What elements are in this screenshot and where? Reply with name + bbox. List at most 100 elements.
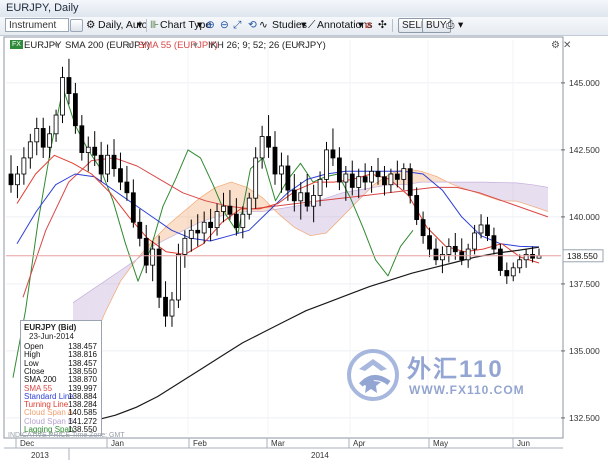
candle-body bbox=[182, 237, 188, 255]
candle-body bbox=[478, 224, 484, 234]
y-axis-label: 142.500 bbox=[569, 145, 600, 155]
month-label: Apr bbox=[353, 439, 366, 448]
window-title: EURJPY, Daily bbox=[6, 2, 79, 14]
eraser-icon[interactable]: ⌀ bbox=[365, 18, 371, 33]
month-label: Jan bbox=[111, 439, 124, 448]
candle-body bbox=[382, 176, 387, 186]
legend-sma55-chevron-down-icon[interactable]: ▾ bbox=[193, 40, 198, 51]
window-titlebar: EURJPY, Daily bbox=[0, 0, 608, 18]
candle-body bbox=[407, 168, 413, 196]
candle-body bbox=[105, 154, 110, 175]
panel-settings-icon[interactable]: ⚙ bbox=[551, 40, 560, 51]
settings-icon[interactable]: ⚙ bbox=[86, 18, 95, 33]
y-axis-label: 132.500 bbox=[569, 413, 600, 423]
candle-body bbox=[369, 170, 374, 183]
chart-type-chevron-down-icon[interactable]: ▾ bbox=[197, 18, 202, 33]
annotations-chevron-down-icon[interactable]: ▾ bbox=[358, 18, 363, 33]
candle-body bbox=[208, 221, 214, 229]
fx-badge: FX bbox=[10, 40, 23, 49]
candle-body bbox=[240, 213, 246, 229]
candle-body bbox=[311, 195, 317, 207]
candle-body bbox=[233, 213, 239, 229]
candle-body bbox=[414, 195, 420, 220]
candle-body bbox=[15, 173, 20, 186]
candle-body bbox=[47, 133, 53, 148]
candle-body bbox=[60, 77, 65, 116]
y-axis-label: 140.000 bbox=[569, 212, 600, 222]
legend-symbol-chevron-down-icon[interactable]: ▾ bbox=[54, 40, 59, 51]
refresh-icon[interactable]: ⟲ bbox=[248, 18, 257, 33]
candle-body bbox=[137, 221, 143, 239]
candle-body bbox=[298, 192, 304, 202]
candle-body bbox=[517, 259, 523, 269]
print-chevron-down-icon[interactable]: ▾ bbox=[458, 18, 463, 33]
candle-body bbox=[510, 267, 516, 277]
candle-body bbox=[362, 176, 368, 183]
month-label: Mar bbox=[271, 439, 285, 448]
candle-body bbox=[285, 165, 291, 191]
candle-body bbox=[349, 173, 355, 188]
candle-body bbox=[98, 154, 104, 175]
period-chevron-down-icon[interactable]: ▾ bbox=[137, 18, 142, 33]
candle-body bbox=[356, 176, 362, 188]
candle-body bbox=[291, 189, 297, 202]
candle-body bbox=[446, 245, 452, 255]
annotations-icon[interactable]: ⟋ bbox=[308, 18, 315, 33]
y-axis-label: 145.000 bbox=[569, 78, 600, 88]
legend-ikh-chevron-down-icon[interactable]: ▾ bbox=[297, 40, 302, 51]
candle-body bbox=[530, 254, 535, 259]
chart-type-dropdown[interactable]: Chart Type bbox=[160, 18, 211, 33]
candle-body bbox=[504, 270, 510, 277]
month-label: May bbox=[433, 439, 448, 448]
candle-body bbox=[259, 136, 265, 159]
candle-body bbox=[111, 154, 117, 170]
data-window: EURJPY (Bid) 23-Jun-2014 Open 138.457 High… bbox=[20, 320, 102, 436]
candle-body bbox=[266, 136, 271, 148]
print-icon[interactable]: ⎙ bbox=[446, 18, 454, 33]
candle-body bbox=[388, 173, 394, 186]
instrument-search-button[interactable] bbox=[70, 19, 83, 32]
candle-body bbox=[491, 235, 497, 250]
candle-body bbox=[330, 149, 336, 159]
candle-body bbox=[150, 248, 156, 266]
y-axis-label: 135.000 bbox=[569, 346, 600, 356]
legend-ikh[interactable]: IKH 26; 9; 52; 26 (EURJPY) bbox=[208, 40, 326, 51]
panel-close-icon[interactable]: ✕ bbox=[563, 40, 571, 51]
candle-body bbox=[324, 149, 329, 180]
candle-body bbox=[279, 165, 284, 175]
data-window-title: EURJPY (Bid) bbox=[24, 323, 77, 332]
chart-type-icon[interactable]: ⊪ bbox=[150, 18, 159, 33]
legend-sma55[interactable]: SMA 55 (EURJPY) bbox=[138, 40, 218, 51]
candle-body bbox=[40, 128, 46, 148]
candle-body bbox=[472, 232, 478, 250]
indicative-price-label: INDICATIVE PRICE bbox=[8, 432, 71, 439]
candle-body bbox=[227, 205, 233, 215]
crosshair-icon[interactable]: ✣ bbox=[378, 18, 387, 33]
candle-body bbox=[8, 173, 14, 186]
watermark-cn: 外汇110 bbox=[407, 356, 504, 383]
candle-body bbox=[452, 245, 458, 253]
studies-chevron-down-icon[interactable]: ▾ bbox=[301, 18, 306, 33]
toolbar: Instrument ⚙ Daily, Auto ▾ ⊪ Chart Type … bbox=[0, 17, 608, 36]
year-label: 2013 bbox=[31, 451, 49, 460]
candle-body bbox=[465, 248, 471, 261]
candle-body bbox=[343, 173, 349, 183]
chart-footer: INDICATIVE PRICE Time Zone: GMT bbox=[8, 432, 125, 439]
instrument-input[interactable]: Instrument bbox=[5, 18, 69, 32]
candle-body bbox=[72, 93, 78, 127]
zoom-fit-icon[interactable]: ⤢ bbox=[233, 18, 241, 33]
legend-sma200-chevron-down-icon[interactable]: ▾ bbox=[127, 40, 132, 51]
zoom-in-icon[interactable]: ⊕ bbox=[206, 18, 215, 33]
candle-body bbox=[143, 237, 149, 266]
candle-body bbox=[523, 254, 529, 261]
candle-body bbox=[79, 125, 85, 153]
watermark-url: WWW.FX110.COM bbox=[409, 383, 525, 397]
candle-body bbox=[195, 229, 201, 234]
candle-body bbox=[304, 192, 310, 207]
candle-body bbox=[440, 254, 445, 261]
current-price-label: 138.550 bbox=[567, 251, 598, 261]
studies-icon[interactable]: ∿ bbox=[259, 18, 268, 33]
zoom-out-icon[interactable]: ⊖ bbox=[220, 18, 229, 33]
candle-body bbox=[66, 77, 72, 95]
candle-body bbox=[169, 299, 175, 317]
